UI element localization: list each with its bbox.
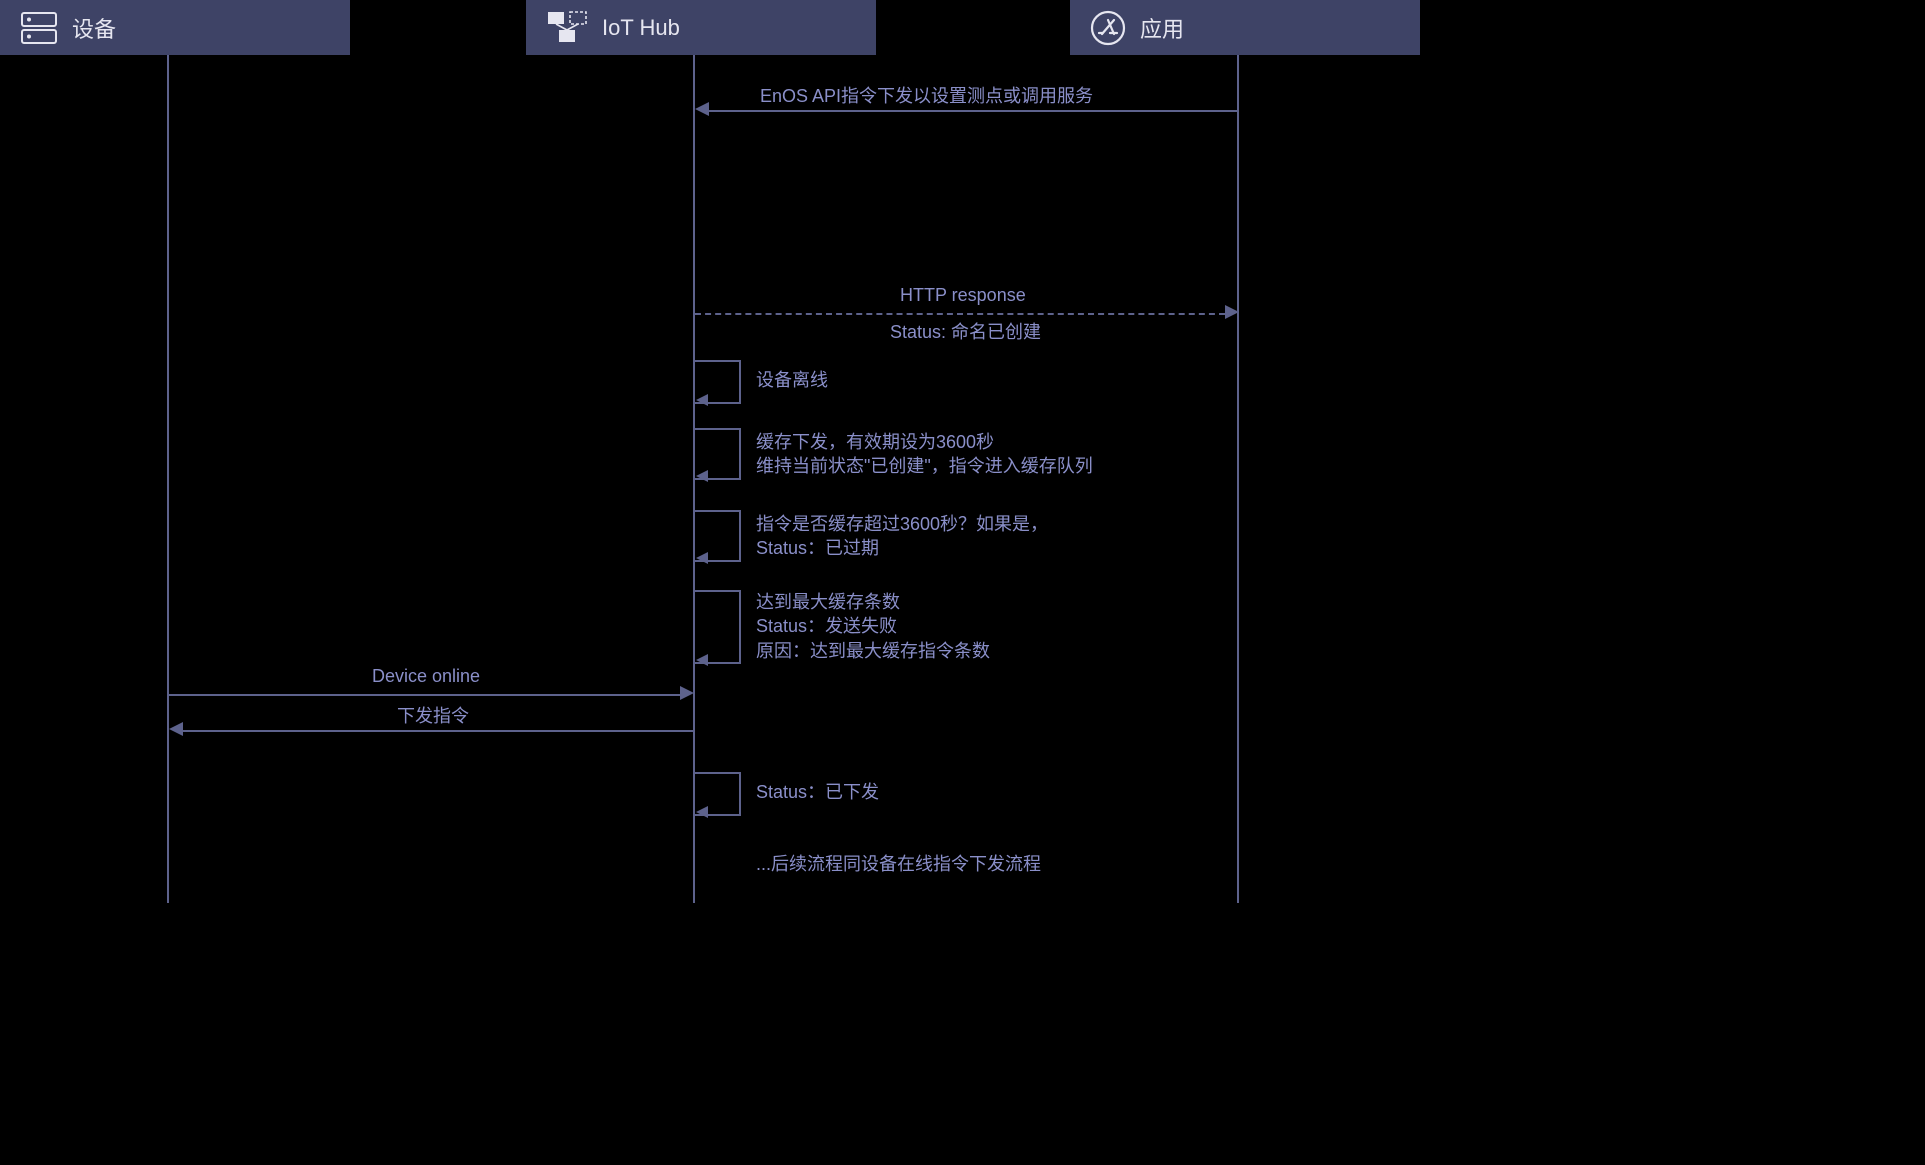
msg-http-response-label: HTTP response <box>900 285 1026 306</box>
network-icon <box>546 10 588 46</box>
arrow-head-left-icon <box>696 470 708 482</box>
msg-device-online-arrow <box>169 694 681 696</box>
app-store-icon <box>1090 10 1126 46</box>
text-line: 维持当前状态"已创建"，指令进入缓存队列 <box>756 454 1093 478</box>
arrow-head-left-icon <box>696 654 708 666</box>
lifeline-device <box>167 55 169 903</box>
arrow-head-left-icon <box>696 394 708 406</box>
self-msg-issued-label: Status：已下发 <box>756 780 879 804</box>
arrow-head-left-icon <box>695 102 709 116</box>
msg-api-call-label: EnOS API指令下发以设置测点或调用服务 <box>760 82 1093 108</box>
self-msg-max-cache <box>695 590 741 664</box>
sequence-diagram: 设备 IoT Hub 应用 EnOS API指令下发以设置测点或调用服务 HTT… <box>0 0 1490 903</box>
participant-device: 设备 <box>0 0 350 55</box>
arrow-head-right-icon <box>680 686 694 700</box>
text-line: 原因：达到最大缓存指令条数 <box>756 639 990 663</box>
self-msg-max-cache-label: 达到最大缓存条数 Status：发送失败 原因：达到最大缓存指令条数 <box>756 590 990 663</box>
participant-label: IoT Hub <box>602 15 680 41</box>
server-icon <box>20 11 58 45</box>
msg-device-online-label: Device online <box>372 666 480 687</box>
msg-api-call-arrow <box>708 110 1238 112</box>
participant-app: 应用 <box>1070 0 1420 55</box>
text-line: 缓存下发，有效期设为3600秒 <box>756 430 1093 454</box>
msg-http-status-label: Status: 命名已创建 <box>890 318 1041 344</box>
msg-issue-cmd-label: 下发指令 <box>397 702 469 728</box>
self-msg-cache-label: 缓存下发，有效期设为3600秒 维持当前状态"已创建"，指令进入缓存队列 <box>756 430 1093 479</box>
arrow-head-left-icon <box>696 552 708 564</box>
text-line: Status：已过期 <box>756 536 1048 560</box>
arrow-head-right-icon <box>1225 305 1239 319</box>
participant-iothub: IoT Hub <box>526 0 876 55</box>
footer-note: ...后续流程同设备在线指令下发流程 <box>756 852 1041 876</box>
participant-label: 应用 <box>1140 12 1184 44</box>
participant-label: 设备 <box>72 12 116 44</box>
self-msg-offline-label: 设备离线 <box>756 368 828 392</box>
text-line: 达到最大缓存条数 <box>756 590 990 614</box>
arrow-head-left-icon <box>169 722 183 736</box>
arrow-head-left-icon <box>696 806 708 818</box>
msg-http-response-arrow <box>695 313 1225 315</box>
lifeline-app <box>1237 55 1239 903</box>
text-line: Status：发送失败 <box>756 614 990 638</box>
msg-issue-cmd-arrow <box>182 730 694 732</box>
self-msg-expired-label: 指令是否缓存超过3600秒？如果是， Status：已过期 <box>756 512 1048 561</box>
text-line: 指令是否缓存超过3600秒？如果是， <box>756 512 1048 536</box>
